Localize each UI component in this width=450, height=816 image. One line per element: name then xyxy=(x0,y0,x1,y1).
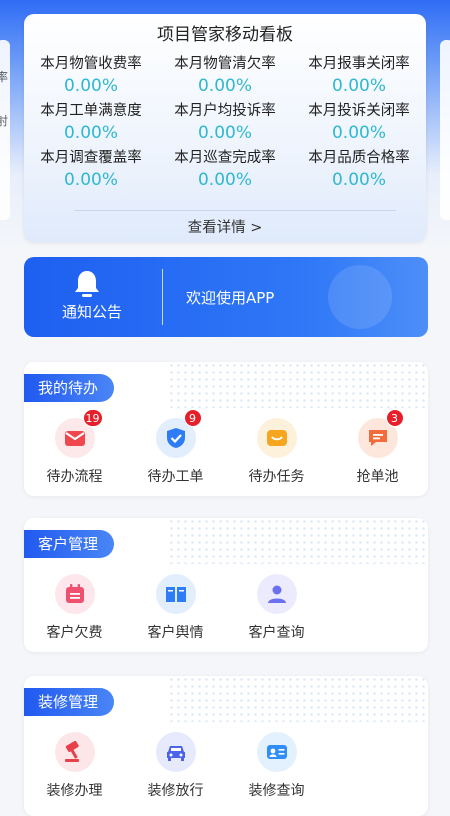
kpi-label: 本月物管清欠率 xyxy=(174,56,276,72)
decoration-apply-button[interactable]: 装修办理 xyxy=(24,732,125,800)
customer-query-button[interactable]: 客户查询 xyxy=(226,574,327,642)
user-card-icon xyxy=(256,574,297,614)
kpi-label: 本月户均投诉率 xyxy=(174,103,276,119)
decoration-release-button[interactable]: 装修放行 xyxy=(125,732,226,800)
car-icon xyxy=(155,732,196,772)
id-card-icon xyxy=(256,732,297,772)
kpi-label: 本月品质合格率 xyxy=(308,150,410,166)
customer-section: 客户管理 客户欠费 客户舆情 客户查询 xyxy=(24,518,428,652)
kpi-label: 本月投诉关闭率 xyxy=(308,103,410,119)
kpi-label: 本月报事关闭率 xyxy=(308,56,410,72)
todo-task-button[interactable]: 待办任务 xyxy=(226,418,327,486)
kpi-divider xyxy=(74,210,396,211)
notice-label: 通知公告 xyxy=(61,303,122,321)
kpi-label: 本月物管收费率 xyxy=(40,56,142,72)
kpi-value: 0.00% xyxy=(197,170,252,190)
todo-work-order-badge: 9 xyxy=(183,409,202,427)
decoration-section: 装修管理 装修办理 装修放行 装修查询 xyxy=(24,676,428,816)
decoration-section-title: 装修管理 xyxy=(24,688,115,716)
customer-arrears-button[interactable]: 客户欠费 xyxy=(24,574,125,642)
kpi-dashboard-card: 项目管家移动看板 本月物管收费率 0.00% 本月物管清欠率 0.00% 本月报… xyxy=(24,14,426,242)
kpi-arrears-clearing-rate[interactable]: 本月物管清欠率 0.00% xyxy=(158,54,292,98)
dot-pattern xyxy=(168,676,428,722)
kpi-label: 本月调查覆盖率 xyxy=(40,150,142,166)
decoration-apply-label: 装修办理 xyxy=(46,783,103,799)
kpi-grid: 本月物管收费率 0.00% 本月物管清欠率 0.00% 本月报事关闭率 0.00… xyxy=(24,54,426,192)
order-pool-button[interactable]: 3 抢单池 xyxy=(327,409,428,486)
kpi-value: 0.00% xyxy=(331,170,386,190)
kpi-complaint-rate[interactable]: 本月户均投诉率 0.00% xyxy=(158,101,292,145)
todo-process-badge: 19 xyxy=(82,409,103,427)
hammer-icon xyxy=(54,732,95,772)
bell-icon xyxy=(74,269,100,299)
kpi-label: 本月工单满意度 xyxy=(40,103,142,119)
notice-banner[interactable]: 通知公告 欢迎使用APP xyxy=(24,257,428,337)
kpi-value: 0.00% xyxy=(63,123,118,143)
todo-work-order-label: 待办工单 xyxy=(147,469,204,485)
todo-section-title: 我的待办 xyxy=(24,374,115,402)
notice-button[interactable]: 通知公告 xyxy=(24,257,160,337)
todo-process-label: 待办流程 xyxy=(46,469,103,485)
chat-icon: 3 xyxy=(357,409,404,458)
left-peek-char-2: 射 xyxy=(0,114,9,128)
kpi-value: 0.00% xyxy=(63,76,118,96)
todo-process-button[interactable]: 19 待办流程 xyxy=(24,409,125,486)
kpi-label: 本月巡查完成率 xyxy=(174,150,276,166)
decoration-release-label: 装修放行 xyxy=(147,783,204,799)
notice-separator xyxy=(162,269,163,325)
dot-pattern xyxy=(168,518,428,564)
kpi-report-close-rate[interactable]: 本月报事关闭率 0.00% xyxy=(292,54,426,98)
customer-query-label: 客户查询 xyxy=(248,625,305,641)
kpi-dashboard-title: 项目管家移动看板 xyxy=(157,25,293,45)
calendar-icon xyxy=(54,574,95,614)
todo-task-label: 待办任务 xyxy=(248,469,305,485)
customer-sentiment-button[interactable]: 客户舆情 xyxy=(125,574,226,642)
shield-check-icon: 9 xyxy=(155,409,202,458)
customer-sentiment-label: 客户舆情 xyxy=(147,625,204,641)
kpi-quality-pass-rate[interactable]: 本月品质合格率 0.00% xyxy=(292,148,426,192)
kpi-value: 0.00% xyxy=(63,170,118,190)
decoration-query-button[interactable]: 装修查询 xyxy=(226,732,327,800)
kpi-value: 0.00% xyxy=(331,123,386,143)
megaphone-decoration xyxy=(328,265,392,329)
right-peek-card[interactable] xyxy=(440,40,450,220)
order-pool-label: 抢单池 xyxy=(356,469,399,485)
dot-pattern xyxy=(168,362,428,408)
mail-icon: 19 xyxy=(54,409,103,458)
todo-section: 我的待办 19 待办流程 9 待办工单 待办任务 3 抢单池 xyxy=(24,362,428,496)
book-icon xyxy=(155,574,196,614)
kpi-patrol-completion-rate[interactable]: 本月巡查完成率 0.00% xyxy=(158,148,292,192)
kpi-fee-collection-rate[interactable]: 本月物管收费率 0.00% xyxy=(24,54,158,98)
kpi-complaint-close-rate[interactable]: 本月投诉关闭率 0.00% xyxy=(292,101,426,145)
kpi-value: 0.00% xyxy=(197,123,252,143)
kpi-work-order-satisfaction[interactable]: 本月工单满意度 0.00% xyxy=(24,101,158,145)
todo-work-order-button[interactable]: 9 待办工单 xyxy=(125,409,226,486)
notice-message[interactable]: 欢迎使用APP xyxy=(186,287,274,308)
left-peek-card[interactable]: 率 射 xyxy=(0,40,10,220)
kpi-value: 0.00% xyxy=(197,76,252,96)
decoration-query-label: 装修查询 xyxy=(248,783,305,799)
customer-arrears-label: 客户欠费 xyxy=(46,625,103,641)
customer-section-title: 客户管理 xyxy=(24,530,115,558)
kpi-survey-coverage-rate[interactable]: 本月调查覆盖率 0.00% xyxy=(24,148,158,192)
view-details-link[interactable]: 查看详情 > xyxy=(24,216,426,237)
inbox-icon xyxy=(256,418,297,458)
kpi-value: 0.00% xyxy=(331,76,386,96)
left-peek-char-1: 率 xyxy=(0,70,9,84)
order-pool-badge: 3 xyxy=(385,409,404,427)
